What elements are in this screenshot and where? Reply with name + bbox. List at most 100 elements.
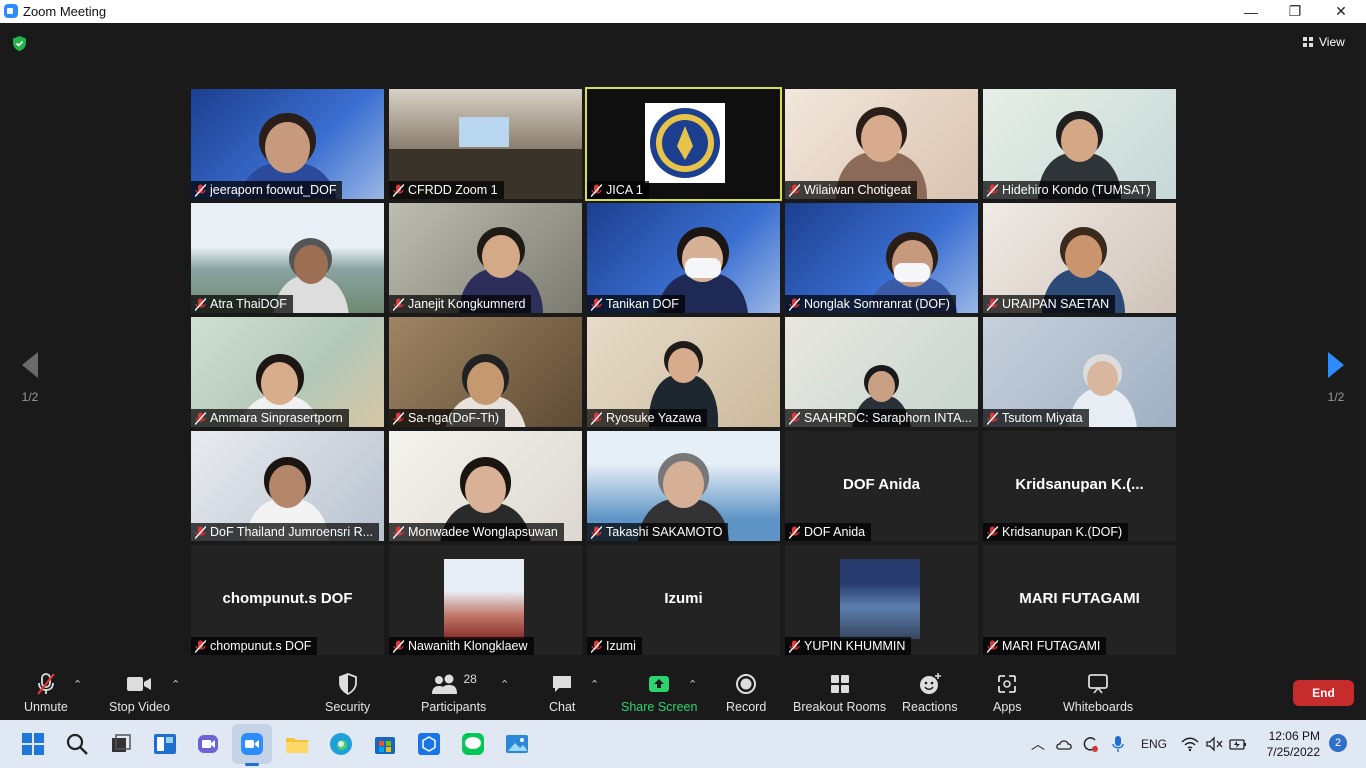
share-options-caret[interactable]: ⌃ (688, 678, 697, 691)
apps-button[interactable]: Apps (993, 672, 1022, 714)
share-screen-button[interactable]: Share Screen (621, 672, 697, 714)
participant-tile[interactable]: SAAHRDC: Saraphorn INTA... (785, 317, 978, 427)
view-button[interactable]: View (1303, 35, 1345, 49)
minimize-button[interactable]: — (1228, 0, 1274, 23)
participant-tile[interactable]: Nonglak Somranrat (DOF) (785, 203, 978, 313)
taskbar-clock[interactable]: 12:06 PM 7/25/2022 (1258, 728, 1320, 760)
muted-mic-icon (393, 639, 404, 653)
participant-tile[interactable]: Kridsanupan K.(... Kridsanupan K.(DOF) (983, 431, 1176, 541)
end-meeting-button[interactable]: End (1293, 680, 1354, 706)
meeting-top-bar: View (0, 23, 1366, 63)
muted-mic-icon (393, 411, 404, 425)
apps-label: Apps (993, 700, 1022, 714)
participant-tile[interactable]: Takashi SAKAMOTO (587, 431, 780, 541)
breakout-rooms-icon (830, 675, 849, 693)
muted-microphone-icon (37, 673, 55, 695)
maximize-button[interactable]: ❐ (1272, 0, 1318, 23)
audio-options-caret[interactable]: ⌃ (73, 678, 82, 691)
show-hidden-icons-caret[interactable]: ︿ (1031, 734, 1045, 754)
muted-mic-icon (195, 525, 206, 539)
smiley-face-icon (919, 673, 941, 694)
participant-tile[interactable]: Ammara Sinprasertporn (191, 317, 384, 427)
search-icon[interactable] (65, 732, 89, 756)
file-explorer-icon[interactable] (285, 732, 309, 756)
microphone-tray-icon[interactable] (1111, 735, 1125, 753)
stop-video-button[interactable]: Stop Video (109, 672, 170, 714)
edge-browser-icon[interactable] (329, 732, 353, 756)
encryption-shield-icon[interactable] (11, 35, 28, 52)
previous-page-button[interactable]: 1/2 (15, 350, 45, 420)
wifi-icon[interactable] (1181, 736, 1199, 752)
participant-tile[interactable]: Tsutom Miyata (983, 317, 1176, 427)
record-button[interactable]: Record (726, 672, 766, 714)
line-app-icon[interactable] (461, 732, 485, 756)
participant-tile[interactable]: jeeraporn foowut_DOF (191, 89, 384, 199)
participant-name-label: Kridsanupan K.(DOF) (983, 523, 1129, 541)
teams-chat-icon[interactable] (196, 732, 220, 756)
sync-alert-icon[interactable] (1081, 735, 1099, 753)
participants-options-caret[interactable]: ⌃ (500, 678, 509, 691)
participants-button[interactable]: 28 Participants (421, 672, 486, 714)
app-package-icon[interactable] (417, 732, 441, 756)
participant-tile[interactable]: JICA 1 (585, 87, 782, 201)
video-camera-icon (127, 677, 152, 691)
record-icon (736, 674, 757, 694)
participant-tile[interactable]: Ryosuke Yazawa (587, 317, 780, 427)
task-view-icon[interactable] (109, 732, 133, 756)
chat-button[interactable]: Chat (549, 672, 575, 714)
stop-video-label: Stop Video (109, 700, 170, 714)
participant-tile[interactable]: URAIPAN SAETAN (983, 203, 1176, 313)
chevron-left-icon (22, 352, 38, 378)
participant-tile[interactable]: Janejit Kongkumnerd (389, 203, 582, 313)
participant-tile[interactable]: Monwadee Wonglapsuwan (389, 431, 582, 541)
muted-mic-icon (393, 297, 404, 311)
participant-tile[interactable]: Atra ThaiDOF (191, 203, 384, 313)
zoom-taskbar-icon[interactable] (240, 732, 264, 756)
widgets-icon[interactable] (153, 732, 177, 756)
video-options-caret[interactable]: ⌃ (171, 678, 180, 691)
next-page-button[interactable]: 1/2 (1321, 350, 1351, 420)
participant-tile[interactable]: Wilaiwan Chotigeat (785, 89, 978, 199)
chat-options-caret[interactable]: ⌃ (590, 678, 599, 691)
participant-tile[interactable]: YUPIN KHUMMIN (785, 545, 978, 655)
muted-mic-icon (789, 297, 800, 311)
muted-mic-icon (195, 639, 206, 653)
microsoft-store-icon[interactable] (373, 732, 397, 756)
participant-tile[interactable]: DoF Thailand Jumroensri R... (191, 431, 384, 541)
participant-tile[interactable]: CFRDD Zoom 1 (389, 89, 582, 199)
participant-tile[interactable]: DOF Anida DOF Anida (785, 431, 978, 541)
security-label: Security (325, 700, 371, 714)
participant-name: Sa-nga(DoF-Th) (408, 411, 499, 425)
whiteboards-button[interactable]: Whiteboards (1063, 672, 1133, 714)
participant-display-name: Kridsanupan K.(... (1015, 476, 1144, 493)
security-button[interactable]: Security (325, 672, 370, 714)
participant-name-label: jeeraporn foowut_DOF (191, 181, 343, 199)
speaker-muted-icon[interactable] (1205, 736, 1223, 752)
windows-start-icon[interactable] (21, 732, 45, 756)
close-button[interactable]: ✕ (1318, 0, 1364, 23)
reactions-button[interactable]: Reactions (902, 672, 958, 714)
participant-tile[interactable]: Hidehiro Kondo (TUMSAT) (983, 89, 1176, 199)
windows-taskbar: ︿ ENG 12:06 PM 7/25/2022 2 (0, 720, 1366, 768)
breakout-rooms-button[interactable]: Breakout Rooms (793, 672, 886, 714)
battery-charging-icon[interactable] (1229, 736, 1247, 752)
participant-name-label: DoF Thailand Jumroensri R... (191, 523, 380, 541)
participant-name: CFRDD Zoom 1 (408, 183, 498, 197)
participant-tile[interactable]: Sa-nga(DoF-Th) (389, 317, 582, 427)
participant-tile[interactable]: Nawanith Klongklaew (389, 545, 582, 655)
muted-mic-icon (789, 525, 800, 539)
unmute-button[interactable]: Unmute (24, 672, 68, 714)
participant-tile[interactable]: chompunut.s DOF chompunut.s DOF (191, 545, 384, 655)
participant-name-label: JICA 1 (587, 181, 649, 199)
participant-name: Atra ThaiDOF (210, 297, 287, 311)
photos-app-icon[interactable] (505, 732, 529, 756)
participant-name-label: Takashi SAKAMOTO (587, 523, 729, 541)
participant-name: Ammara Sinprasertporn (210, 411, 343, 425)
participant-name-label: CFRDD Zoom 1 (389, 181, 504, 199)
participant-tile[interactable]: MARI FUTAGAMI MARI FUTAGAMI (983, 545, 1176, 655)
notification-badge[interactable]: 2 (1329, 734, 1347, 752)
participant-tile[interactable]: Tanikan DOF (587, 203, 780, 313)
input-language[interactable]: ENG (1141, 737, 1167, 751)
onedrive-cloud-icon[interactable] (1055, 736, 1073, 752)
participant-tile[interactable]: Izumi Izumi (587, 545, 780, 655)
